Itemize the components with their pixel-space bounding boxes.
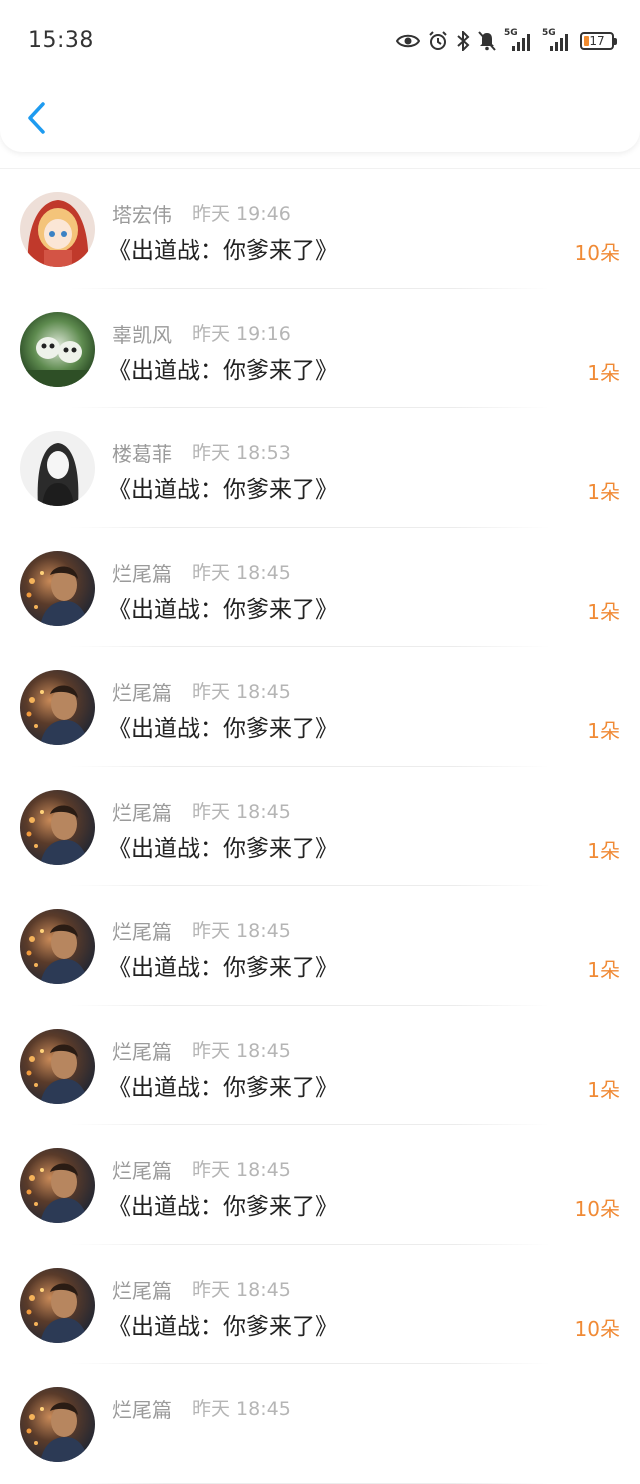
sender-name: 烂尾篇 — [112, 681, 172, 705]
dark-photo-avatar — [20, 550, 95, 626]
flower-count: 1朵 — [587, 958, 620, 982]
divider — [70, 1482, 550, 1484]
timestamp: 昨天 18:45 — [192, 920, 291, 942]
eye-icon — [396, 32, 420, 50]
list-item[interactable]: 烂尾篇 昨天 18:45 《出道战：你爹来了》 10朵 — [0, 1245, 640, 1364]
alarm-icon — [428, 31, 448, 51]
list-item[interactable]: 辜凯风 昨天 19:16 《出道战：你爹来了》 1朵 — [0, 289, 640, 408]
sender-name: 烂尾篇 — [112, 561, 172, 586]
bluetooth-icon — [456, 31, 470, 51]
timestamp: 昨天 19:46 — [192, 203, 291, 225]
battery-icon: 17 — [580, 32, 617, 50]
gift-record-list: 塔宏伟 昨天 19:46 《出道战：你爹来了》 10朵 辜凯风 昨天 19:16 《出道战：… — [0, 168, 640, 1484]
timestamp: 昨天 18:45 — [192, 1039, 291, 1062]
dark-photo-avatar — [20, 670, 95, 745]
list-item[interactable]: 烂尾篇 昨天 18:45 — [0, 1364, 640, 1484]
timestamp: 昨天 18:45 — [192, 681, 291, 703]
book-title: 《出道战：你爹来了》 — [108, 596, 338, 623]
timestamp: 昨天 18:53 — [192, 442, 291, 464]
sender-name: 烂尾篇 — [112, 1039, 172, 1064]
green-cartoon-avatar — [20, 311, 95, 387]
avatar[interactable] — [20, 311, 95, 387]
sender-name: 楼葛菲 — [112, 442, 172, 466]
book-title: 《出道战：你爹来了》 — [108, 835, 338, 862]
timestamp: 昨天 19:16 — [192, 322, 291, 345]
timestamp: 昨天 18:45 — [192, 1278, 291, 1301]
flower-count: 10朵 — [574, 241, 620, 265]
book-title: 《出道战：你爹来了》 — [108, 357, 338, 384]
avatar[interactable] — [20, 670, 95, 745]
book-title: 《出道战：你爹来了》 — [108, 955, 338, 981]
back-button[interactable] — [18, 98, 54, 138]
timestamp: 昨天 18:45 — [192, 561, 291, 584]
avatar[interactable] — [20, 192, 95, 267]
list-item[interactable]: 烂尾篇 昨天 18:45 《出道战：你爹来了》 1朵 — [0, 767, 640, 886]
sender-name: 塔宏伟 — [112, 203, 172, 227]
avatar[interactable] — [20, 1148, 95, 1223]
list-item[interactable]: 烂尾篇 昨天 18:45 《出道战：你爹来了》 1朵 — [0, 886, 640, 1006]
timestamp: 昨天 18:45 — [192, 1159, 291, 1181]
sketch-girl-avatar — [20, 431, 95, 506]
avatar[interactable] — [20, 1028, 95, 1104]
book-title: 《出道战：你爹来了》 — [108, 1194, 338, 1220]
avatar[interactable] — [20, 550, 95, 626]
avatar[interactable] — [20, 789, 95, 865]
flower-count: 1朵 — [587, 719, 620, 743]
list-item[interactable]: 烂尾篇 昨天 18:45 《出道战：你爹来了》 1朵 — [0, 647, 640, 767]
sender-name: 辜凯风 — [112, 322, 172, 347]
dark-photo-avatar — [20, 1387, 95, 1462]
flower-count: 1朵 — [587, 1077, 620, 1102]
sender-name: 烂尾篇 — [112, 800, 172, 825]
list-item[interactable]: 烂尾篇 昨天 18:45 《出道战：你爹来了》 10朵 — [0, 1125, 640, 1245]
sender-name: 烂尾篇 — [112, 1398, 172, 1422]
book-title: 《出道战：你爹来了》 — [108, 1074, 338, 1101]
status-time: 15:38 — [28, 28, 94, 53]
dark-photo-avatar — [20, 789, 95, 865]
sender-name: 烂尾篇 — [112, 1159, 172, 1183]
book-title: 《出道战：你爹来了》 — [108, 477, 338, 503]
flower-count: 1朵 — [587, 599, 620, 624]
flower-count: 10朵 — [574, 1197, 620, 1221]
list-item[interactable]: 烂尾篇 昨天 18:45 《出道战：你爹来了》 1朵 — [0, 1006, 640, 1125]
avatar[interactable] — [20, 431, 95, 506]
status-icons: 5G 5G 17 — [396, 27, 617, 55]
sender-name: 烂尾篇 — [112, 1278, 172, 1303]
dark-photo-avatar — [20, 1028, 95, 1104]
mute-icon — [478, 31, 496, 51]
dark-photo-avatar — [20, 909, 95, 984]
signal-icon: 5G — [504, 28, 534, 52]
book-title: 《出道战：你爹来了》 — [108, 238, 338, 264]
anime-girl-red-hood-avatar — [20, 192, 95, 267]
list-item[interactable]: 烂尾篇 昨天 18:45 《出道战：你爹来了》 1朵 — [0, 528, 640, 647]
flower-count: 10朵 — [574, 1316, 620, 1341]
list-item[interactable]: 塔宏伟 昨天 19:46 《出道战：你爹来了》 10朵 — [0, 169, 640, 289]
timestamp: 昨天 18:45 — [192, 1398, 291, 1420]
timestamp: 昨天 18:45 — [192, 800, 291, 823]
avatar[interactable] — [20, 1267, 95, 1343]
book-title: 《出道战：你爹来了》 — [108, 716, 338, 742]
flower-count: 1朵 — [587, 480, 620, 504]
signal-icon: 5G — [542, 28, 572, 52]
top-bar: 15:38 5G 5G 17 — [0, 0, 640, 152]
list-item[interactable]: 楼葛菲 昨天 18:53 《出道战：你爹来了》 1朵 — [0, 408, 640, 528]
chevron-left-icon — [28, 102, 45, 134]
avatar[interactable] — [20, 909, 95, 984]
dark-photo-avatar — [20, 1148, 95, 1223]
book-title: 《出道战：你爹来了》 — [108, 1313, 338, 1340]
flower-count: 1朵 — [587, 838, 620, 863]
dark-photo-avatar — [20, 1267, 95, 1343]
flower-count: 1朵 — [587, 360, 620, 385]
sender-name: 烂尾篇 — [112, 920, 172, 944]
avatar[interactable] — [20, 1387, 95, 1462]
